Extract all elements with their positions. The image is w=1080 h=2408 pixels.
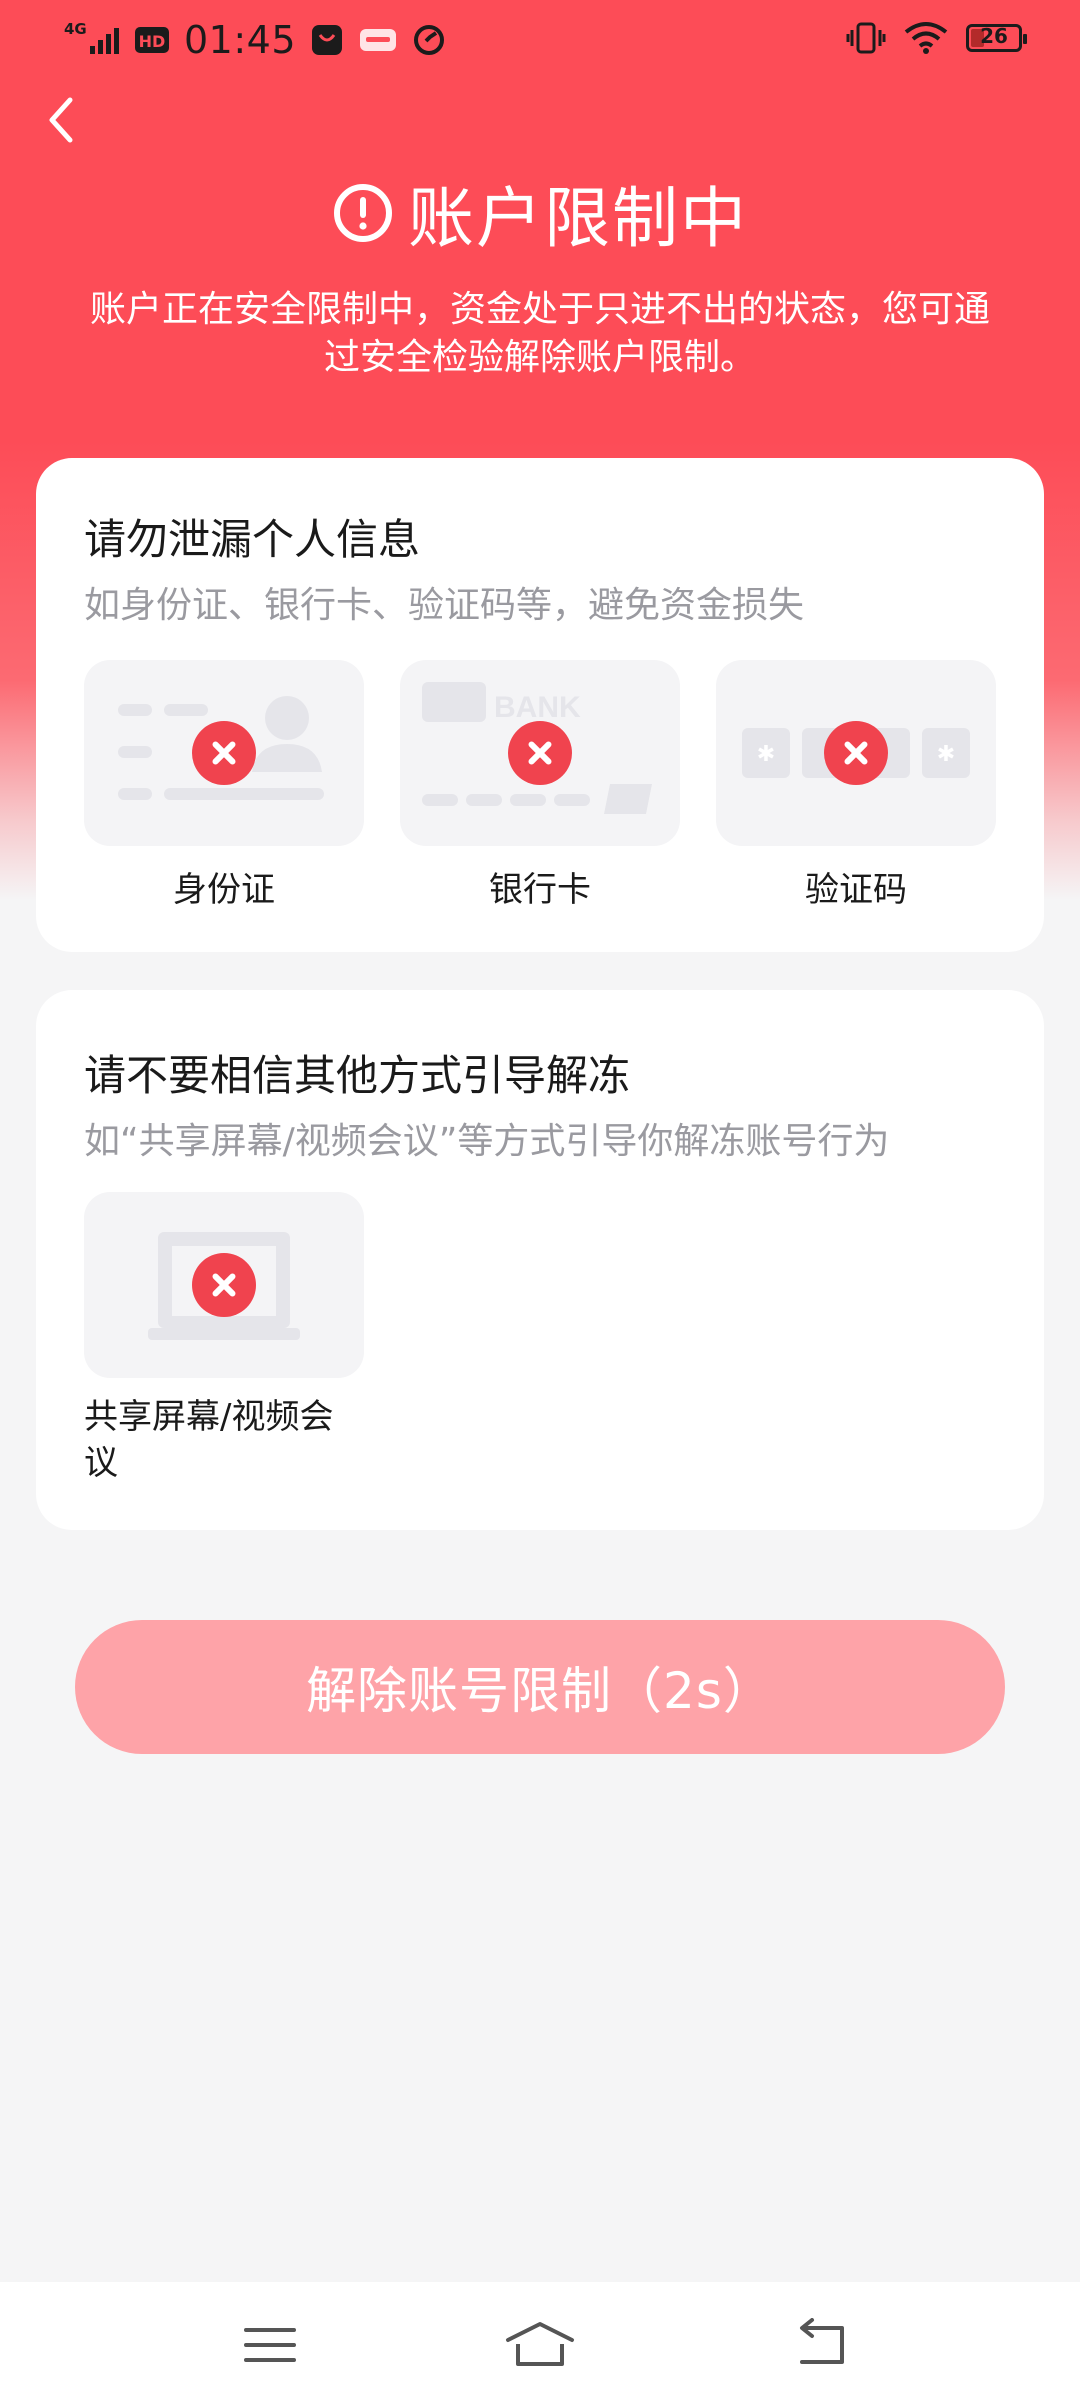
item-label: 验证码 — [805, 870, 907, 910]
status-time: 01:45 — [184, 18, 297, 62]
back-nav-icon[interactable] — [790, 2318, 854, 2372]
svg-text:✱: ✱ — [757, 742, 775, 767]
page-subtitle: 账户正在安全限制中，资金处于只进不出的状态，您可通过安全检验解除账户限制。 — [89, 289, 990, 378]
bank-text: BANK — [494, 691, 581, 724]
wifi-icon — [904, 22, 948, 54]
status-bar: 4G HD 01:45 26 — [0, 0, 1080, 82]
id-card-illustration — [84, 660, 364, 846]
error-x-icon — [192, 721, 256, 785]
card-title: 请勿泄漏个人信息 — [84, 515, 421, 564]
item-label: 银行卡 — [489, 870, 591, 910]
page-title-row: 账户限制中 — [0, 165, 1080, 261]
svg-text:4G: 4G — [64, 20, 87, 38]
verification-code-illustration: ✱ ✱ — [716, 660, 996, 846]
payment-app-icon — [360, 29, 397, 51]
id-card-item: 身份证 — [84, 660, 364, 911]
sync-app-icon — [414, 25, 445, 55]
battery-icon: 26 — [966, 24, 1027, 52]
error-x-icon — [824, 721, 888, 785]
shopping-app-icon — [312, 25, 343, 55]
menu-icon[interactable] — [238, 2318, 302, 2372]
item-label: 共享屏幕/视频会议 — [84, 1397, 334, 1483]
svg-text:✱: ✱ — [937, 742, 955, 767]
bank-card-item: BANK 银行卡 — [400, 660, 680, 911]
error-x-icon — [508, 721, 572, 785]
card-description: 如“共享屏幕/视频会议”等方式引导你解冻账号行为 — [84, 1121, 890, 1162]
error-x-icon — [192, 1253, 256, 1317]
item-label: 身份证 — [173, 870, 275, 910]
hd-icon: HD — [135, 27, 169, 53]
svg-text:HD: HD — [139, 32, 166, 51]
page-title: 账户限制中 — [408, 180, 748, 257]
back-icon[interactable] — [38, 90, 82, 150]
vibrate-icon — [846, 22, 886, 54]
personal-info-card: 请勿泄漏个人信息 如身份证、银行卡、验证码等，避免资金损失 身份证 BANK 银… — [36, 458, 1044, 952]
battery-level: 26 — [980, 24, 1008, 48]
warning-icon — [334, 184, 392, 242]
card-title: 请不要相信其他方式引导解冻 — [84, 1051, 631, 1100]
card-description: 如身份证、银行卡、验证码等，避免资金损失 — [84, 585, 805, 626]
home-icon[interactable] — [504, 2318, 576, 2372]
cellular-signal-icon: 4G — [64, 20, 119, 54]
remove-restriction-button[interactable]: 解除账号限制（2s） — [75, 1620, 1005, 1754]
screen-share-illustration — [84, 1192, 364, 1378]
screen-share-item: 共享屏幕/视频会议 — [84, 1192, 364, 1486]
bank-card-illustration: BANK — [400, 660, 680, 846]
unfreeze-warning-card: 请不要相信其他方式引导解冻 如“共享屏幕/视频会议”等方式引导你解冻账号行为 共… — [36, 990, 1044, 1530]
verification-code-item: ✱ ✱ 验证码 — [716, 660, 996, 911]
system-nav-bar — [0, 2282, 1080, 2408]
